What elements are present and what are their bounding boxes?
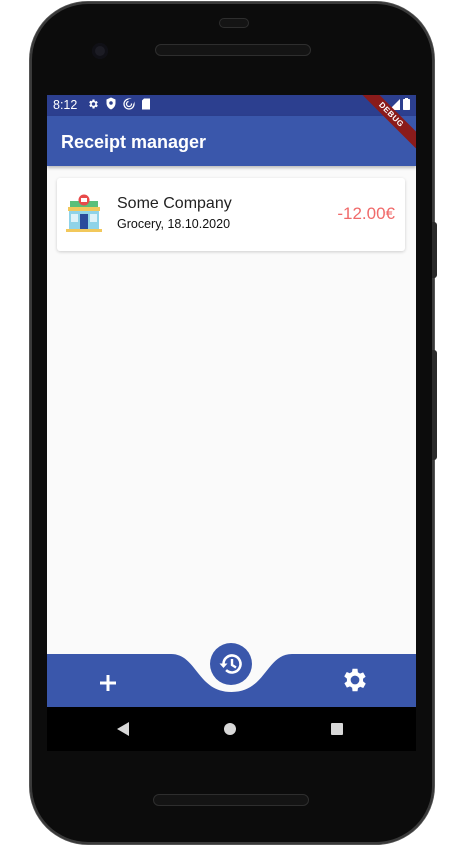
battery-icon [403, 98, 410, 113]
history-icon [219, 654, 242, 674]
vpn-icon [123, 97, 135, 110]
history-button[interactable] [210, 643, 252, 685]
home-button[interactable] [224, 723, 236, 735]
receipt-card[interactable]: Some Company Grocery, 18.10.2020 -12.00€ [57, 178, 405, 251]
screen: 8:12 Receipt manager DEBUG Some Company … [47, 95, 416, 707]
recents-button[interactable] [331, 723, 343, 735]
receipt-amount: -12.00€ [337, 204, 395, 223]
power-button [432, 350, 437, 460]
bottom-app-bar [47, 643, 416, 707]
receipt-meta: Grocery, 18.10.2020 [117, 217, 231, 231]
front-camera [92, 43, 108, 59]
app-bar: Receipt manager [47, 116, 416, 166]
status-time: 8:12 [53, 98, 78, 112]
gear-icon [87, 98, 99, 110]
top-sensor [219, 18, 249, 28]
back-button[interactable] [117, 722, 129, 741]
gear-icon [344, 668, 366, 692]
status-bar: 8:12 [47, 95, 416, 116]
plus-icon [100, 675, 116, 691]
system-nav-bar [47, 707, 416, 751]
receipt-company: Some Company [117, 195, 232, 212]
bottom-speaker [153, 794, 309, 806]
settings-button[interactable] [340, 665, 370, 695]
top-speaker [155, 44, 311, 56]
page-title: Receipt manager [61, 132, 207, 152]
sd-card-icon [141, 98, 151, 110]
volume-button [432, 222, 437, 278]
store-icon [66, 193, 102, 233]
shield-icon [105, 97, 117, 110]
add-receipt-button[interactable] [93, 668, 123, 698]
